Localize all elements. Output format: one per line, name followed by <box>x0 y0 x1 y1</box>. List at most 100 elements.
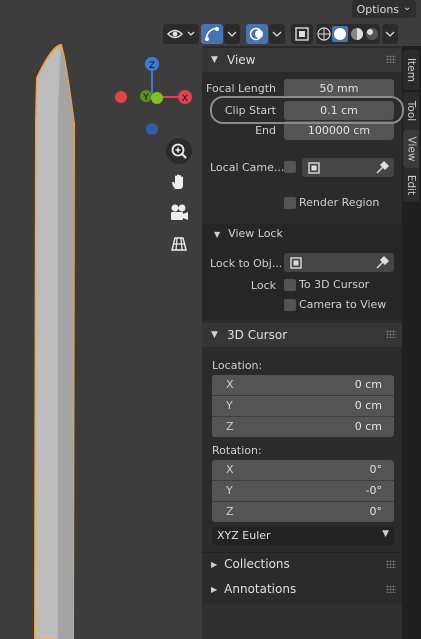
options-label: Options <box>356 2 400 16</box>
wireframe-shading-icon[interactable] <box>317 27 331 41</box>
tab-item-label: Item <box>405 58 417 82</box>
axis-value: 0 cm <box>354 399 382 412</box>
rendered-shading-icon[interactable] <box>365 27 379 41</box>
tab-view[interactable]: View <box>403 130 419 168</box>
axis-value: 0° <box>369 463 383 476</box>
axis-label: Y <box>226 484 233 497</box>
to-3d-cursor-label: To 3D Cursor <box>299 278 370 291</box>
gizmo-dropdown[interactable] <box>224 24 240 44</box>
sidebar-tabs: Item Tool View Edit <box>402 46 421 639</box>
options-button[interactable]: Options ⌄ <box>352 0 416 18</box>
zoom-button[interactable] <box>166 138 192 164</box>
eyedropper-icon[interactable] <box>374 255 390 271</box>
gizmo-z-label: Z <box>149 61 155 71</box>
annotations-panel-header[interactable]: ▶ Annotations <box>202 577 402 601</box>
rotation-mode-dropdown[interactable]: XYZ Euler ▼ <box>212 526 394 545</box>
rotation-label: Rotation: <box>212 444 262 457</box>
camera-to-view-label: Camera to View <box>299 298 387 311</box>
viewport-header: Options ⌄ <box>0 0 421 48</box>
shading-buttons <box>316 24 380 44</box>
drag-grip-icon[interactable] <box>386 585 396 593</box>
location-y-field[interactable]: Y 0 cm <box>212 396 394 417</box>
panel-empty-area <box>202 604 402 639</box>
collections-title: Collections <box>224 557 290 571</box>
overlay-dropdown[interactable] <box>269 24 285 44</box>
axis-label: X <box>226 378 234 391</box>
eye-icon <box>166 29 195 39</box>
drag-grip-icon[interactable] <box>386 560 396 568</box>
gizmo-toggle[interactable] <box>201 24 223 44</box>
eyedropper-icon[interactable] <box>374 160 390 176</box>
overlay-toggle[interactable] <box>246 24 268 44</box>
lock-to-object-label: Lock to Obj... <box>210 257 283 270</box>
hand-icon <box>172 174 183 189</box>
cursor-panel-header[interactable]: ▼ 3D Cursor <box>202 323 402 347</box>
drag-grip-icon[interactable] <box>386 55 396 63</box>
drag-grip-icon[interactable] <box>386 330 396 338</box>
focal-length-label: Focal Length <box>206 82 276 95</box>
object-icon <box>290 256 302 269</box>
view-panel-header[interactable]: ▼ View <box>202 48 402 72</box>
expand-triangle-icon: ▼ <box>211 55 218 65</box>
expand-triangle-icon: ▼ <box>214 230 221 239</box>
sidebar-panel: ▼ View Focal Length 50 mm Clip Start 0.1… <box>202 46 404 639</box>
camera-to-view-checkbox[interactable] <box>284 299 296 311</box>
axis-label: Z <box>226 420 234 433</box>
grid-icon <box>171 237 187 251</box>
axis-label: X <box>226 463 234 476</box>
chevron-down-icon <box>272 31 282 37</box>
collapsed-triangle-icon: ▶ <box>211 559 218 569</box>
visibility-dropdown[interactable] <box>163 24 199 44</box>
to-3d-cursor-checkbox[interactable] <box>284 279 296 291</box>
axis-value: -0° <box>365 484 382 497</box>
rotation-y-field[interactable]: Y -0° <box>212 481 394 502</box>
shading-dropdown[interactable] <box>382 24 398 44</box>
material-shading-icon[interactable] <box>350 27 364 41</box>
camera-view-button[interactable] <box>166 200 192 226</box>
camera-object-icon <box>308 161 320 174</box>
axis-value: 0 cm <box>354 420 382 433</box>
local-camera-checkbox[interactable] <box>284 161 296 173</box>
expand-triangle-icon: ▼ <box>211 330 218 340</box>
collections-panel-header[interactable]: ▶ Collections <box>202 552 402 576</box>
tab-tool-label: Tool <box>405 100 417 122</box>
rotation-vector: X 0° Y -0° Z 0° <box>212 460 394 522</box>
collapsed-triangle-icon: ▶ <box>211 584 218 594</box>
view-panel-title: View <box>227 53 256 67</box>
pan-button[interactable] <box>166 169 192 195</box>
render-region-label: Render Region <box>299 196 380 209</box>
perspective-toggle[interactable] <box>166 231 192 257</box>
lock-label: Lock <box>250 279 276 292</box>
clip-start-highlight <box>210 96 404 124</box>
annotations-title: Annotations <box>224 582 297 596</box>
solid-shading-icon[interactable] <box>332 26 349 42</box>
chevron-down-icon: ▼ <box>382 529 389 539</box>
render-region-checkbox[interactable] <box>284 197 296 209</box>
rotation-x-field[interactable]: X 0° <box>212 460 394 481</box>
chevron-down-icon <box>385 31 395 37</box>
local-camera-label: Local Came... <box>210 161 285 174</box>
navigation-gizmo[interactable]: Z Y X <box>110 56 196 138</box>
xray-icon <box>295 27 309 41</box>
chevron-down-icon <box>227 31 237 37</box>
rotation-z-field[interactable]: Z 0° <box>212 502 394 522</box>
axis-value: 0° <box>369 505 383 518</box>
gizmo-x-label: X <box>182 94 188 104</box>
location-label: Location: <box>212 359 263 372</box>
view-lock-header[interactable]: ▼ View Lock <box>214 227 283 240</box>
location-z-field[interactable]: Z 0 cm <box>212 417 394 437</box>
cursor-panel-title: 3D Cursor <box>227 328 288 342</box>
location-x-field[interactable]: X 0 cm <box>212 375 394 396</box>
zoom-icon <box>171 143 187 159</box>
tab-tool[interactable]: Tool <box>403 92 419 130</box>
tab-item[interactable]: Item <box>403 50 419 90</box>
rotation-mode-value: XYZ Euler <box>217 529 271 542</box>
axis-label: Z <box>226 505 234 518</box>
tab-edit[interactable]: Edit <box>403 168 419 202</box>
overlay-icon <box>249 27 263 41</box>
gizmo-y-label: Y <box>142 93 149 103</box>
location-vector: X 0 cm Y 0 cm Z 0 cm <box>212 375 394 437</box>
xray-toggle[interactable] <box>291 24 313 44</box>
chevron-down-icon: ⌄ <box>403 1 412 13</box>
gizmo-curve-icon <box>205 27 219 41</box>
